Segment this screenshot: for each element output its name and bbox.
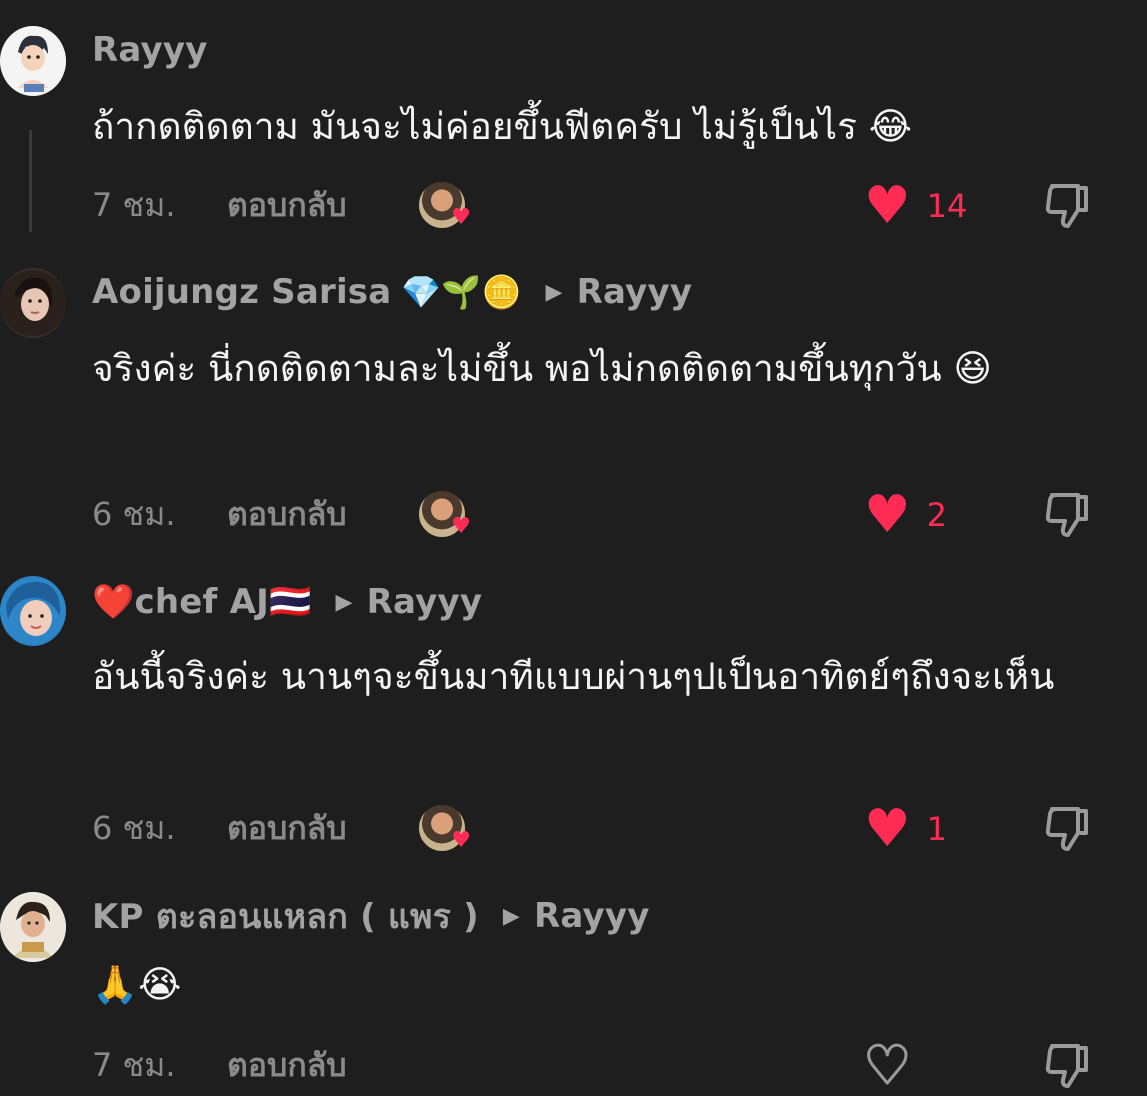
like-button[interactable]: ♥ 2: [864, 489, 947, 541]
thumbs-down-icon[interactable]: [1042, 180, 1094, 232]
like-count: 1: [926, 810, 947, 848]
reply-button[interactable]: ตอบกลับ: [227, 489, 417, 540]
comment-author[interactable]: Rayyy: [92, 30, 208, 70]
avatar[interactable]: [0, 268, 66, 338]
comment-meta: 6 ชม. ตอบกลับ ♥: [92, 489, 1132, 539]
creator-liked-avatar: ♥: [417, 487, 471, 541]
author-badges: 💎🌱🪙: [401, 273, 522, 311]
like-count: 14: [926, 187, 968, 225]
heart-icon: ♥: [864, 176, 911, 236]
avatar[interactable]: [0, 26, 66, 96]
comment-text: 🙏😭: [92, 963, 182, 1006]
comment-author[interactable]: KP ตะลอนแหลก ( แพร ): [92, 889, 479, 943]
comment-author-row: Rayyy: [92, 26, 208, 74]
comment-meta: 7 ชม. ตอบกลับ: [92, 1040, 1132, 1090]
heart-icon: ♥: [864, 799, 911, 859]
comment-meta: 6 ชม. ตอบกลับ ♥: [92, 803, 1132, 853]
creator-liked-avatar: ♥: [417, 178, 471, 232]
comment-author[interactable]: Aoijungz Sarisa: [92, 272, 391, 312]
like-count: 2: [926, 496, 947, 534]
thread-line: [29, 130, 32, 232]
comment-author[interactable]: ❤️chef AJ🇹🇭: [92, 582, 311, 622]
comment-time: 6 ชม.: [92, 494, 176, 533]
comment-author-row: Aoijungz Sarisa 💎🌱🪙 ▶ Rayyy: [92, 268, 692, 316]
reply-to-author[interactable]: Rayyy: [367, 582, 483, 622]
comment-time: 7 ชม.: [92, 185, 176, 224]
reply-to-author[interactable]: Rayyy: [534, 896, 650, 936]
comment-text: อันนี้จริงค่ะ นานๆจะขึ้นมาทีแบบผ่านๆปเป็…: [92, 655, 1055, 698]
comment-author-row: ❤️chef AJ🇹🇭 ▶ Rayyy: [92, 578, 482, 626]
comment-time: 7 ชม.: [92, 1045, 176, 1084]
comment-author-row: KP ตะลอนแหลก ( แพร ) ▶ Rayyy: [92, 892, 650, 940]
reply-button[interactable]: ตอบกลับ: [227, 180, 417, 231]
comment-time: 6 ชม.: [92, 808, 176, 847]
triangle-right-icon: ▶: [502, 903, 520, 929]
comment-text: ถ้ากดติดตาม มันจะไม่ค่อยขึ้นฟีตครับ ไม่ร…: [92, 105, 912, 148]
avatar[interactable]: [0, 576, 66, 646]
like-button[interactable]: ♥ 1: [864, 803, 947, 855]
heart-icon: ♥: [863, 1036, 913, 1096]
comment-text: จริงค่ะ นี่กดติดตามละไม่ขึ้น พอไม่กดติดต…: [92, 347, 992, 390]
avatar[interactable]: [0, 892, 66, 962]
like-button[interactable]: ♥ 14: [864, 180, 967, 232]
triangle-right-icon: ▶: [335, 589, 353, 615]
reply-button[interactable]: ตอบกลับ: [227, 803, 417, 854]
thumbs-down-icon[interactable]: [1042, 1040, 1094, 1092]
thumbs-down-icon[interactable]: [1042, 803, 1094, 855]
heart-icon: ♥: [864, 485, 911, 545]
reply-button[interactable]: ตอบกลับ: [227, 1040, 417, 1091]
comment-meta: 7 ชม. ตอบกลับ ♥: [92, 180, 1132, 230]
reply-to-author[interactable]: Rayyy: [577, 272, 693, 312]
like-button[interactable]: ♥: [863, 1036, 913, 1096]
thumbs-down-icon[interactable]: [1042, 489, 1094, 541]
creator-liked-avatar: ♥: [417, 801, 471, 855]
triangle-right-icon: ▶: [545, 279, 563, 305]
